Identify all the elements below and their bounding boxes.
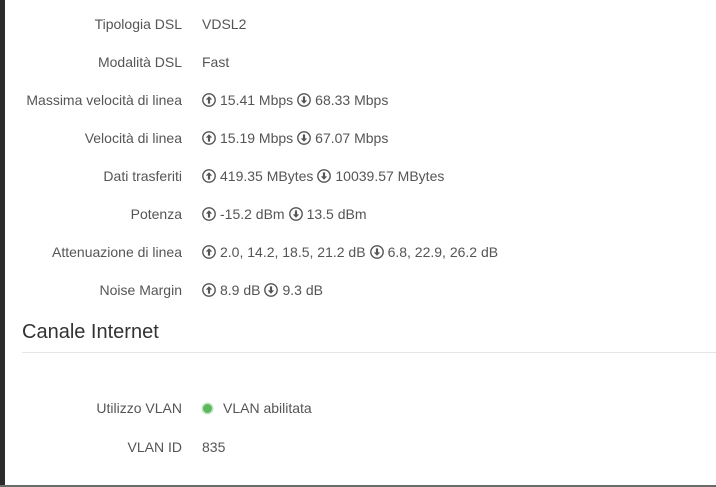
arrow-down-circle-icon — [288, 207, 303, 221]
row-line-attenuation: Attenuazione di linea 2.0, 14.2, 18.5, 2… — [0, 240, 716, 264]
power-up: -15.2 dBm — [220, 206, 285, 222]
noise-margin-label: Noise Margin — [99, 282, 182, 298]
vlan-id-label: VLAN ID — [127, 439, 182, 455]
line-speed-up: 15.19 Mbps — [220, 130, 294, 146]
row-vlan-id: VLAN ID 835 — [0, 435, 716, 459]
row-dsl-mode: Modalità DSL Fast — [0, 50, 716, 74]
arrow-down-circle-icon — [297, 93, 312, 107]
noise-margin-down: 9.3 dB — [282, 282, 323, 298]
status-indicator-icon — [203, 403, 212, 413]
max-line-speed-value: 15.41 Mbps 68.33 Mbps — [202, 88, 392, 112]
data-transferred-up: 419.35 MBytes — [220, 168, 314, 184]
line-attenuation-value: 2.0, 14.2, 18.5, 21.2 dB 6.8, 22.9, 26.2… — [202, 240, 502, 264]
dsl-status-page: Tipologia DSL VDSL2 Modalità DSL Fast Ma… — [0, 0, 716, 487]
power-down: 13.5 dBm — [306, 206, 367, 222]
dsl-typology-value: VDSL2 — [202, 16, 247, 32]
section-divider — [22, 352, 716, 353]
noise-margin-value: 8.9 dB 9.3 dB — [202, 278, 327, 302]
data-transferred-label: Dati trasferiti — [103, 168, 182, 184]
dsl-mode-value: Fast — [202, 54, 230, 70]
arrow-up-circle-icon — [202, 283, 216, 297]
max-line-speed-down: 68.33 Mbps — [315, 92, 389, 108]
noise-margin-up: 8.9 dB — [220, 282, 261, 298]
arrow-up-circle-icon — [202, 131, 216, 145]
row-dsl-typology: Tipologia DSL VDSL2 — [0, 12, 716, 36]
line-speed-label: Velocità di linea — [84, 130, 182, 146]
section-title-internet-channel: Canale Internet — [22, 321, 159, 343]
arrow-down-circle-icon — [297, 131, 312, 145]
power-value: -15.2 dBm 13.5 dBm — [202, 202, 371, 226]
row-noise-margin: Noise Margin 8.9 dB 9.3 dB — [0, 278, 716, 302]
vlan-id-value: 835 — [202, 439, 226, 455]
data-transferred-value: 419.35 MBytes 10039.57 MBytes — [202, 164, 448, 188]
arrow-down-circle-icon — [317, 169, 332, 183]
row-line-speed: Velocità di linea 15.19 Mbps 67.07 Mbps — [0, 126, 716, 150]
line-attenuation-down: 6.8, 22.9, 26.2 dB — [387, 244, 499, 260]
arrow-up-circle-icon — [202, 245, 216, 259]
vlan-usage-status-text: VLAN abilitata — [223, 400, 312, 416]
row-power: Potenza -15.2 dBm 13.5 dBm — [0, 202, 716, 226]
max-line-speed-up: 15.41 Mbps — [220, 92, 294, 108]
line-speed-value: 15.19 Mbps 67.07 Mbps — [202, 126, 392, 150]
row-data-transferred: Dati trasferiti 419.35 MBytes 10039.57 M… — [0, 164, 716, 188]
row-max-line-speed: Massima velocità di linea 15.41 Mbps 68.… — [0, 88, 716, 112]
arrow-up-circle-icon — [202, 93, 216, 107]
data-transferred-down: 10039.57 MBytes — [335, 168, 445, 184]
line-speed-down: 67.07 Mbps — [315, 130, 389, 146]
max-line-speed-label: Massima velocità di linea — [26, 92, 182, 108]
arrow-down-circle-icon — [264, 283, 279, 297]
arrow-down-circle-icon — [369, 245, 384, 259]
row-vlan-usage: Utilizzo VLAN VLAN abilitata — [0, 396, 716, 420]
line-attenuation-label: Attenuazione di linea — [52, 244, 182, 260]
dsl-typology-label: Tipologia DSL — [94, 16, 182, 32]
power-label: Potenza — [130, 206, 182, 222]
arrow-up-circle-icon — [202, 207, 216, 221]
arrow-up-circle-icon — [202, 169, 216, 183]
vlan-usage-value: VLAN abilitata — [202, 396, 312, 420]
vlan-usage-label: Utilizzo VLAN — [96, 400, 182, 416]
line-attenuation-up: 2.0, 14.2, 18.5, 21.2 dB — [220, 244, 366, 260]
dsl-mode-label: Modalità DSL — [97, 54, 182, 70]
